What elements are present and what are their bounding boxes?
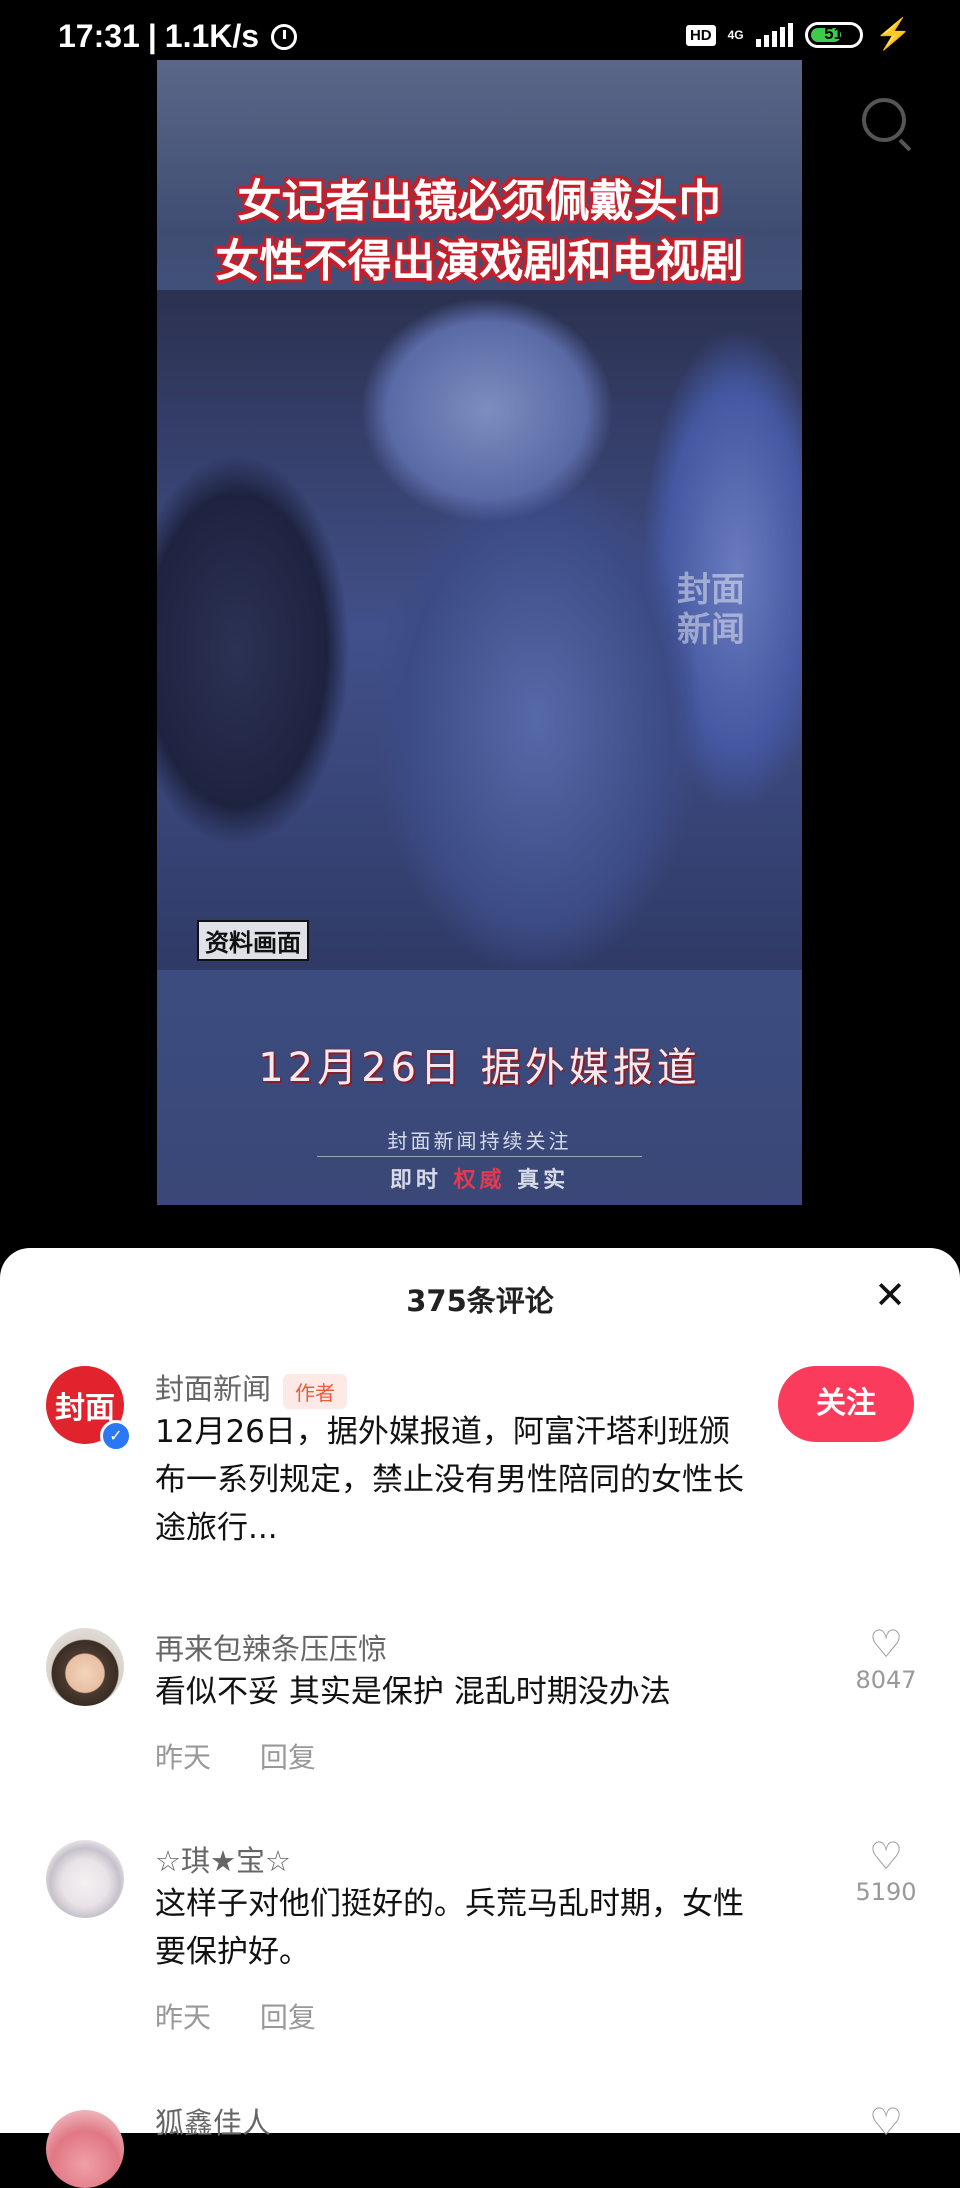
comment-username[interactable]: 封面新闻 作者	[155, 1366, 348, 1409]
like-button[interactable]: ♡ 8047	[846, 1624, 926, 1694]
battery-level: 51	[824, 24, 844, 43]
network-type: 4G	[727, 28, 744, 42]
headline-line-1: 女记者出镜必须佩戴头巾	[237, 176, 722, 227]
comment-meta: 昨天 回复	[155, 1736, 356, 1776]
hd-badge: HD	[685, 24, 716, 46]
heart-icon: ♡	[868, 1622, 904, 1666]
comment-meta: 昨天 回复	[155, 1996, 356, 2036]
comment-text: 看似不妥 其实是保护 混乱时期没办法	[155, 1674, 671, 1710]
comment-username[interactable]: ☆琪★宝☆	[155, 1838, 291, 1880]
reply-button[interactable]: 回复	[260, 1741, 316, 1774]
video-footer-line2: 即时 权威 真实	[157, 1162, 802, 1194]
battery-icon: 51	[804, 22, 863, 48]
follow-button[interactable]: 关注	[778, 1366, 914, 1442]
video-footer-line1: 封面新闻持续关注	[387, 1129, 572, 1153]
footer-part2: 真实	[505, 1168, 570, 1193]
video-watermark: 封面新闻	[677, 570, 745, 650]
username-text: 封面新闻	[155, 1372, 272, 1406]
comments-count-title: 375条评论	[406, 1284, 554, 1318]
video-headline: 女记者出镜必须佩戴头巾 女性不得出演戏剧和电视剧	[157, 172, 802, 292]
video-divider	[317, 1156, 642, 1157]
like-count: 5190	[855, 1878, 917, 1906]
footer-accent: 权威	[453, 1168, 506, 1193]
avatar[interactable]	[46, 1840, 124, 1918]
headline-line-2: 女性不得出演戏剧和电视剧	[215, 236, 744, 287]
like-button[interactable]: ♡	[846, 2102, 926, 2142]
comment-time: 昨天	[155, 1741, 212, 1774]
comment-username[interactable]: 狐鑫佳人	[155, 2100, 271, 2142]
like-count: 8047	[855, 1666, 917, 1694]
comment-username[interactable]: 再来包辣条压压惊	[155, 1626, 387, 1668]
verified-icon: ✓	[100, 1420, 132, 1452]
close-icon[interactable]: ✕	[874, 1276, 906, 1314]
archive-tag: 资料画面	[197, 920, 309, 961]
status-left: 17:31 | 1.1K/s	[58, 18, 298, 55]
comments-sheet: 375条评论 ✕ 封面 ✓ 封面新闻 作者 关注 12月26日，据外媒报道，阿富汗…	[0, 1248, 960, 2188]
heart-icon: ♡	[868, 2100, 904, 2144]
avatar-text: 封面	[55, 1391, 115, 1426]
reply-button[interactable]: 回复	[260, 2001, 316, 2034]
author-badge: 作者	[283, 1373, 348, 1409]
footer-part1: 即时	[389, 1168, 454, 1193]
alarm-icon	[271, 23, 298, 50]
heart-icon: ♡	[868, 1834, 904, 1878]
status-right: HD 4G 51 ⚡	[685, 18, 912, 51]
charging-icon: ⚡	[874, 18, 912, 51]
signal-icon	[755, 23, 793, 47]
status-separator: |	[147, 18, 157, 54]
avatar[interactable]	[46, 1628, 124, 1706]
comment-time: 昨天	[155, 2001, 212, 2034]
avatar[interactable]	[46, 2110, 124, 2188]
net-speed: 1.1K/s	[164, 18, 260, 54]
video-player[interactable]: 女记者出镜必须佩戴头巾 女性不得出演戏剧和电视剧 封面新闻 资料画面 12月26…	[157, 60, 802, 1205]
like-button[interactable]: ♡ 5190	[846, 1836, 926, 1906]
comment-text: 这样子对他们挺好的。兵荒马乱时期，女性要保护好。	[155, 1886, 744, 1970]
video-date-caption: 12月26日 据外媒报道	[258, 1045, 701, 1091]
comment-text: 12月26日，据外媒报道，阿富汗塔利班颁布一系列规定，禁止没有男性陪同的女性长途…	[155, 1414, 744, 1546]
search-icon[interactable]	[862, 98, 906, 142]
status-time: 17:31	[58, 18, 140, 54]
